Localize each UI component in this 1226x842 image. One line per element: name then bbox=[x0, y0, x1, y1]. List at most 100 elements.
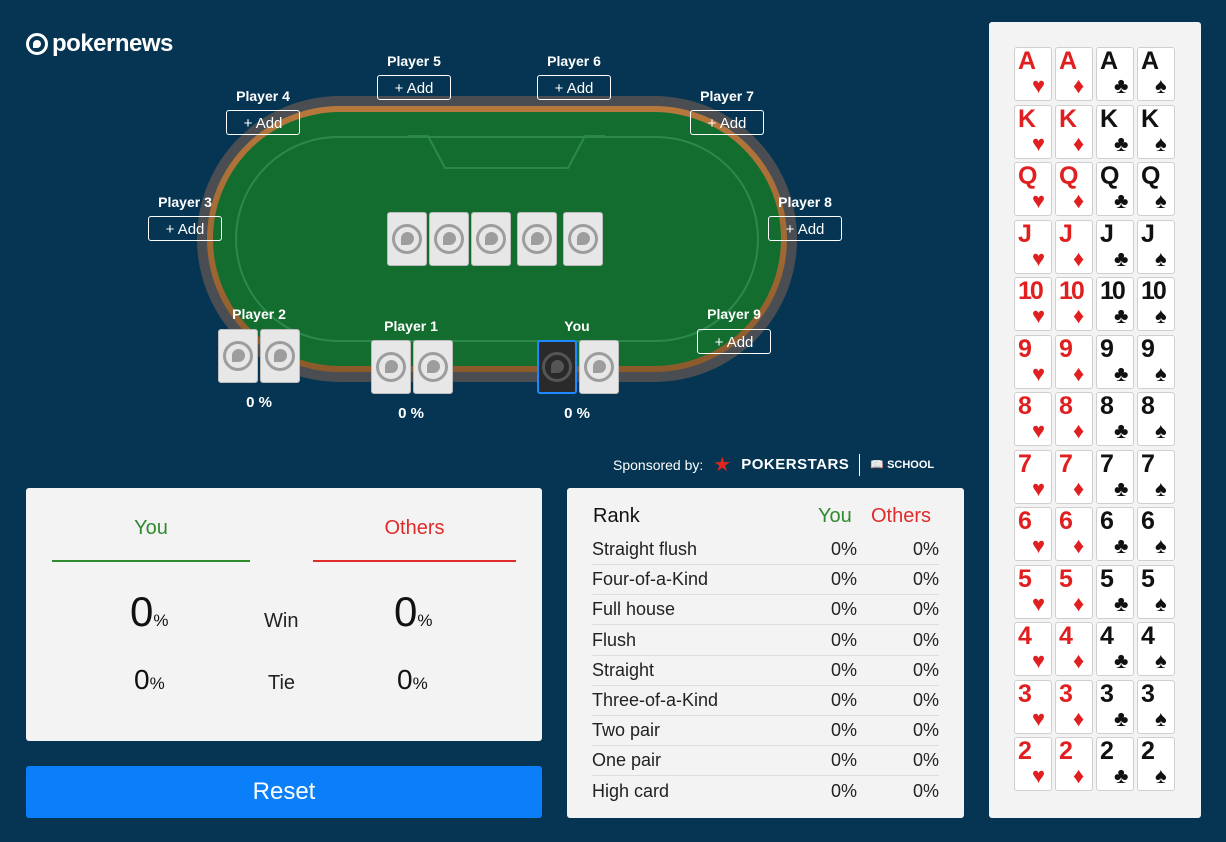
deck-card-k-hearts[interactable]: K ♥ bbox=[1014, 104, 1052, 159]
deck-card-10-clubs[interactable]: 10 ♣ bbox=[1096, 277, 1134, 331]
deck-card-a-diamonds[interactable]: A ♦ bbox=[1055, 47, 1093, 101]
deck-card-9-clubs[interactable]: 9 ♣ bbox=[1096, 334, 1134, 389]
deck-card-6-spades[interactable]: 6 ♠ bbox=[1137, 507, 1175, 561]
card-rank: 3 bbox=[1100, 679, 1114, 708]
player-2-card-1[interactable] bbox=[218, 329, 258, 383]
deck-card-7-hearts[interactable]: 7 ♥ bbox=[1014, 449, 1052, 504]
board-card-5[interactable] bbox=[563, 212, 603, 266]
heart-suit-icon: ♥ bbox=[1032, 590, 1046, 616]
deck-card-a-spades[interactable]: A ♠ bbox=[1137, 47, 1175, 101]
deck-card-9-diamonds[interactable]: 9 ♦ bbox=[1055, 334, 1093, 389]
deck-card-q-diamonds[interactable]: Q ♦ bbox=[1055, 162, 1093, 216]
seat-label-you: You bbox=[564, 318, 590, 334]
deck-card-10-diamonds[interactable]: 10 ♦ bbox=[1055, 277, 1093, 331]
deck-card-8-hearts[interactable]: 8 ♥ bbox=[1014, 392, 1052, 446]
diamond-suit-icon: ♦ bbox=[1073, 130, 1085, 156]
player-1-card-2[interactable] bbox=[413, 340, 453, 394]
deck-card-9-spades[interactable]: 9 ♠ bbox=[1137, 334, 1175, 389]
deck-card-7-diamonds[interactable]: 7 ♦ bbox=[1055, 449, 1093, 504]
deck-card-2-hearts[interactable]: 2 ♥ bbox=[1014, 737, 1052, 791]
deck-card-3-diamonds[interactable]: 3 ♦ bbox=[1055, 679, 1093, 734]
others-tie-value: 0% bbox=[397, 664, 428, 695]
deck-card-k-clubs[interactable]: K ♣ bbox=[1096, 104, 1134, 159]
club-suit-icon: ♣ bbox=[1114, 590, 1129, 616]
deck-card-k-spades[interactable]: K ♠ bbox=[1137, 104, 1175, 159]
add-player-7-button[interactable]: + Add bbox=[690, 110, 764, 135]
card-rank: 4 bbox=[1100, 622, 1114, 650]
deck-card-5-spades[interactable]: 5 ♠ bbox=[1137, 564, 1175, 619]
deck-card-5-hearts[interactable]: 5 ♥ bbox=[1014, 564, 1052, 619]
deck-card-j-spades[interactable]: J ♠ bbox=[1137, 219, 1175, 274]
card-rank: Q bbox=[1100, 162, 1120, 190]
deck-card-6-hearts[interactable]: 6 ♥ bbox=[1014, 507, 1052, 561]
card-rank: 2 bbox=[1100, 737, 1114, 765]
your-card-1-selected[interactable] bbox=[537, 340, 577, 394]
deck-card-10-spades[interactable]: 10 ♠ bbox=[1137, 277, 1175, 331]
deck-card-j-clubs[interactable]: J ♣ bbox=[1096, 219, 1134, 274]
sponsor-line: Sponsored by: ★ POKERSTARS 📖 SCHOOL bbox=[613, 452, 934, 477]
board-card-4[interactable] bbox=[517, 212, 557, 266]
reset-button[interactable]: Reset bbox=[26, 766, 542, 818]
add-player-9-button[interactable]: + Add bbox=[697, 329, 771, 354]
rank-you-pct: 0% bbox=[830, 539, 857, 559]
add-player-4-button[interactable]: + Add bbox=[226, 110, 300, 135]
deck-card-a-hearts[interactable]: A ♥ bbox=[1014, 47, 1052, 101]
club-suit-icon: ♣ bbox=[1114, 303, 1129, 328]
your-card-2[interactable] bbox=[579, 340, 619, 394]
rank-name: One pair bbox=[592, 750, 662, 771]
board-card-3[interactable] bbox=[471, 212, 511, 266]
deck-card-2-clubs[interactable]: 2 ♣ bbox=[1096, 737, 1134, 791]
deck-card-a-clubs[interactable]: A ♣ bbox=[1096, 47, 1134, 101]
spade-suit-icon: ♠ bbox=[1155, 418, 1167, 443]
board-card-1[interactable] bbox=[387, 212, 427, 266]
card-rank: 8 bbox=[1100, 392, 1114, 420]
deck-card-q-spades[interactable]: Q ♠ bbox=[1137, 162, 1175, 216]
deck-card-8-clubs[interactable]: 8 ♣ bbox=[1096, 392, 1134, 446]
pokerstars-star-icon: ★ bbox=[713, 454, 732, 476]
card-back-icon bbox=[476, 224, 506, 254]
sponsor-brand[interactable]: POKERSTARS bbox=[741, 456, 849, 473]
add-player-5-button[interactable]: + Add bbox=[377, 75, 451, 100]
deck-card-6-clubs[interactable]: 6 ♣ bbox=[1096, 507, 1134, 561]
deck-card-2-spades[interactable]: 2 ♠ bbox=[1137, 737, 1175, 791]
player-1-card-1[interactable] bbox=[371, 340, 411, 394]
others-win-value: 0% bbox=[394, 588, 433, 635]
deck-card-k-diamonds[interactable]: K ♦ bbox=[1055, 104, 1093, 159]
player-2-card-2[interactable] bbox=[260, 329, 300, 383]
deck-card-7-spades[interactable]: 7 ♠ bbox=[1137, 449, 1175, 504]
deck-card-7-clubs[interactable]: 7 ♣ bbox=[1096, 449, 1134, 504]
deck-card-3-hearts[interactable]: 3 ♥ bbox=[1014, 679, 1052, 734]
deck-card-2-diamonds[interactable]: 2 ♦ bbox=[1055, 737, 1093, 791]
deck-card-10-hearts[interactable]: 10 ♥ bbox=[1014, 277, 1052, 331]
deck-card-j-diamonds[interactable]: J ♦ bbox=[1055, 219, 1093, 274]
deck-card-5-clubs[interactable]: 5 ♣ bbox=[1096, 564, 1134, 619]
deck-card-4-hearts[interactable]: 4 ♥ bbox=[1014, 622, 1052, 676]
diamond-suit-icon: ♦ bbox=[1073, 245, 1085, 271]
deck-card-9-hearts[interactable]: 9 ♥ bbox=[1014, 334, 1052, 389]
deck-card-8-spades[interactable]: 8 ♠ bbox=[1137, 392, 1175, 446]
deck-card-3-spades[interactable]: 3 ♠ bbox=[1137, 679, 1175, 734]
add-player-6-button[interactable]: + Add bbox=[537, 75, 611, 100]
card-rank: A bbox=[1018, 47, 1036, 75]
add-player-3-button[interactable]: + Add bbox=[148, 216, 222, 241]
deck-card-j-hearts[interactable]: J ♥ bbox=[1014, 219, 1052, 274]
deck-card-5-diamonds[interactable]: 5 ♦ bbox=[1055, 564, 1093, 619]
deck-card-4-spades[interactable]: 4 ♠ bbox=[1137, 622, 1175, 676]
deck-card-4-diamonds[interactable]: 4 ♦ bbox=[1055, 622, 1093, 676]
club-suit-icon: ♣ bbox=[1114, 130, 1129, 156]
card-rank: 8 bbox=[1059, 392, 1073, 420]
sponsor-school[interactable]: 📖 SCHOOL bbox=[870, 458, 934, 471]
add-player-8-button[interactable]: + Add bbox=[768, 216, 842, 241]
deck-card-3-clubs[interactable]: 3 ♣ bbox=[1096, 679, 1134, 734]
board-card-2[interactable] bbox=[429, 212, 469, 266]
deck-card-q-clubs[interactable]: Q ♣ bbox=[1096, 162, 1134, 216]
pokernews-logo[interactable]: pokernews bbox=[26, 30, 173, 58]
deck-card-q-hearts[interactable]: Q ♥ bbox=[1014, 162, 1052, 216]
card-rank: 9 bbox=[1018, 334, 1032, 363]
rank-row: Flush 0% 0% bbox=[592, 625, 939, 656]
deck-card-4-clubs[interactable]: 4 ♣ bbox=[1096, 622, 1134, 676]
card-rank: 5 bbox=[1059, 564, 1073, 593]
deck-card-8-diamonds[interactable]: 8 ♦ bbox=[1055, 392, 1093, 446]
spade-suit-icon: ♠ bbox=[1155, 130, 1167, 156]
deck-card-6-diamonds[interactable]: 6 ♦ bbox=[1055, 507, 1093, 561]
